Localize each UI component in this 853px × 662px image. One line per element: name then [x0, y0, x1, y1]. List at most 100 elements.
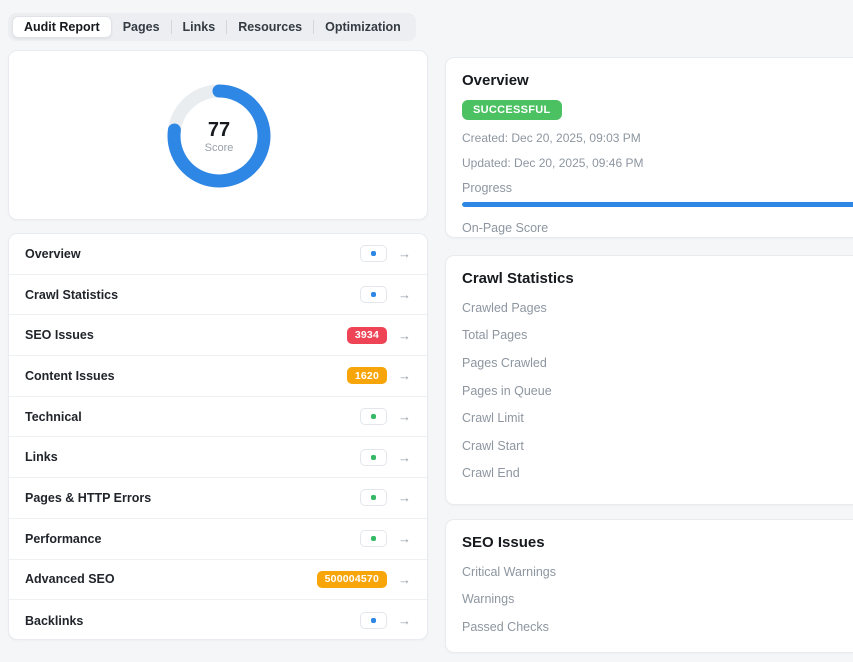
sidebar-item-label: SEO Issues [25, 328, 94, 342]
stat-row-total-pages: Total Pages [462, 322, 853, 350]
stat-row-crawl-limit: Crawl Limit [462, 404, 853, 432]
row-meta: → [360, 612, 411, 629]
arrow-right-icon[interactable]: → [398, 369, 411, 382]
row-meta: → [360, 408, 411, 425]
status-pill [360, 449, 387, 466]
stat-row-crawl-start: Crawl Start [462, 432, 853, 460]
status-dot [371, 455, 376, 460]
updated-text: Updated: Dec 20, 2025, 09:46 PM [462, 156, 853, 170]
row-meta: → [360, 245, 411, 262]
status-dot [371, 292, 376, 297]
sidebar-item-seo-issues[interactable]: SEO Issues 3934 → [9, 315, 427, 356]
status-pill [360, 408, 387, 425]
stat-row-pages-crawled: Pages Crawled [462, 349, 853, 377]
sidebar-item-content-issues[interactable]: Content Issues 1620 → [9, 356, 427, 397]
stat-label: Total Pages [462, 328, 527, 342]
arrow-right-icon[interactable]: → [398, 614, 411, 627]
row-meta: 1620 → [347, 367, 411, 384]
row-meta: 500004570 → [317, 571, 411, 588]
arrow-right-icon[interactable]: → [398, 288, 411, 301]
stat-label: Warnings [462, 592, 514, 606]
sidebar-item-label: Performance [25, 532, 101, 546]
status-badge: SUCCESSFUL [462, 100, 562, 120]
tab-links[interactable]: Links [172, 16, 227, 38]
created-text: Created: Dec 20, 2025, 09:03 PM [462, 131, 853, 145]
sidebar-item-label: Overview [25, 247, 81, 261]
sidebar-item-label: Content Issues [25, 369, 115, 383]
status-dot [371, 618, 376, 623]
sidebar-item-label: Pages & HTTP Errors [25, 491, 151, 505]
tab-bar: Audit Report Pages Links Resources Optim… [8, 13, 416, 41]
stat-row-crawl-end: Crawl End [462, 460, 853, 488]
count-badge: 3934 [347, 327, 387, 344]
status-pill [360, 286, 387, 303]
score-value: 77 [208, 119, 230, 141]
stat-label: Critical Warnings [462, 565, 556, 579]
status-pill [360, 489, 387, 506]
crawl-statistics-panel: Crawl Statistics Crawled Pages Total Pag… [445, 255, 853, 505]
stat-label: Pages in Queue [462, 384, 552, 398]
sidebar-item-overview[interactable]: Overview → [9, 234, 427, 275]
stat-row-critical-warnings: Critical Warnings [462, 558, 853, 586]
arrow-right-icon[interactable]: → [398, 247, 411, 260]
sidebar-item-advanced-seo[interactable]: Advanced SEO 500004570 → [9, 560, 427, 601]
progress-bar-fill [462, 202, 853, 207]
sidebar-item-backlinks[interactable]: Backlinks → [9, 600, 427, 640]
arrow-right-icon[interactable]: → [398, 532, 411, 545]
sidebar-item-label: Links [25, 450, 58, 464]
tab-pages[interactable]: Pages [112, 16, 171, 38]
status-dot [371, 414, 376, 419]
status-dot [371, 495, 376, 500]
row-meta: → [360, 489, 411, 506]
status-pill [360, 612, 387, 629]
stat-label: Pages Crawled [462, 356, 547, 370]
row-meta: → [360, 530, 411, 547]
stat-label: Passed Checks [462, 620, 549, 634]
sidebar-item-crawl-statistics[interactable]: Crawl Statistics → [9, 275, 427, 316]
report-section-list: Overview → Crawl Statistics → SEO Issues… [8, 233, 428, 640]
score-gauge: 77 Score [159, 76, 279, 196]
arrow-right-icon[interactable]: → [398, 491, 411, 504]
onpage-score-label: On-Page Score [462, 221, 853, 235]
row-meta: → [360, 286, 411, 303]
score-gauge-center: 77 Score [159, 76, 279, 196]
status-dot [371, 251, 376, 256]
sidebar-item-pages-http-errors[interactable]: Pages & HTTP Errors → [9, 478, 427, 519]
arrow-right-icon[interactable]: → [398, 410, 411, 423]
overview-panel: Overview SUCCESSFUL Created: Dec 20, 202… [445, 57, 853, 238]
stat-row-warnings: Warnings [462, 586, 853, 614]
overview-panel-title: Overview [462, 72, 853, 89]
count-badge: 1620 [347, 367, 387, 384]
count-badge: 500004570 [317, 571, 387, 588]
row-meta: 3934 → [347, 327, 411, 344]
tab-audit-report[interactable]: Audit Report [12, 16, 112, 38]
arrow-right-icon[interactable]: → [398, 573, 411, 586]
sidebar-item-technical[interactable]: Technical → [9, 397, 427, 438]
stat-row-passed-checks: Passed Checks [462, 613, 853, 641]
stat-row-crawled-pages: Crawled Pages [462, 294, 853, 322]
status-dot [371, 536, 376, 541]
seo-issues-title: SEO Issues [462, 534, 853, 551]
arrow-right-icon[interactable]: → [398, 451, 411, 464]
tab-resources[interactable]: Resources [227, 16, 313, 38]
sidebar-item-label: Backlinks [25, 614, 83, 628]
sidebar-item-performance[interactable]: Performance → [9, 519, 427, 560]
row-meta: → [360, 449, 411, 466]
sidebar-item-label: Technical [25, 410, 82, 424]
status-pill [360, 245, 387, 262]
seo-issues-panel: SEO Issues Critical Warnings Warnings Pa… [445, 519, 853, 653]
sidebar-item-label: Advanced SEO [25, 572, 115, 586]
sidebar-item-links[interactable]: Links → [9, 437, 427, 478]
tab-optimization[interactable]: Optimization [314, 16, 412, 38]
sidebar-item-label: Crawl Statistics [25, 288, 118, 302]
stat-row-pages-in-queue: Pages in Queue [462, 377, 853, 405]
arrow-right-icon[interactable]: → [398, 329, 411, 342]
progress-bar-track [462, 202, 853, 207]
score-card: 77 Score [8, 50, 428, 220]
stat-label: Crawl End [462, 466, 520, 480]
progress-label: Progress [462, 181, 853, 195]
crawl-statistics-title: Crawl Statistics [462, 270, 853, 287]
stat-label: Crawl Start [462, 439, 524, 453]
status-pill [360, 530, 387, 547]
stat-label: Crawled Pages [462, 301, 547, 315]
